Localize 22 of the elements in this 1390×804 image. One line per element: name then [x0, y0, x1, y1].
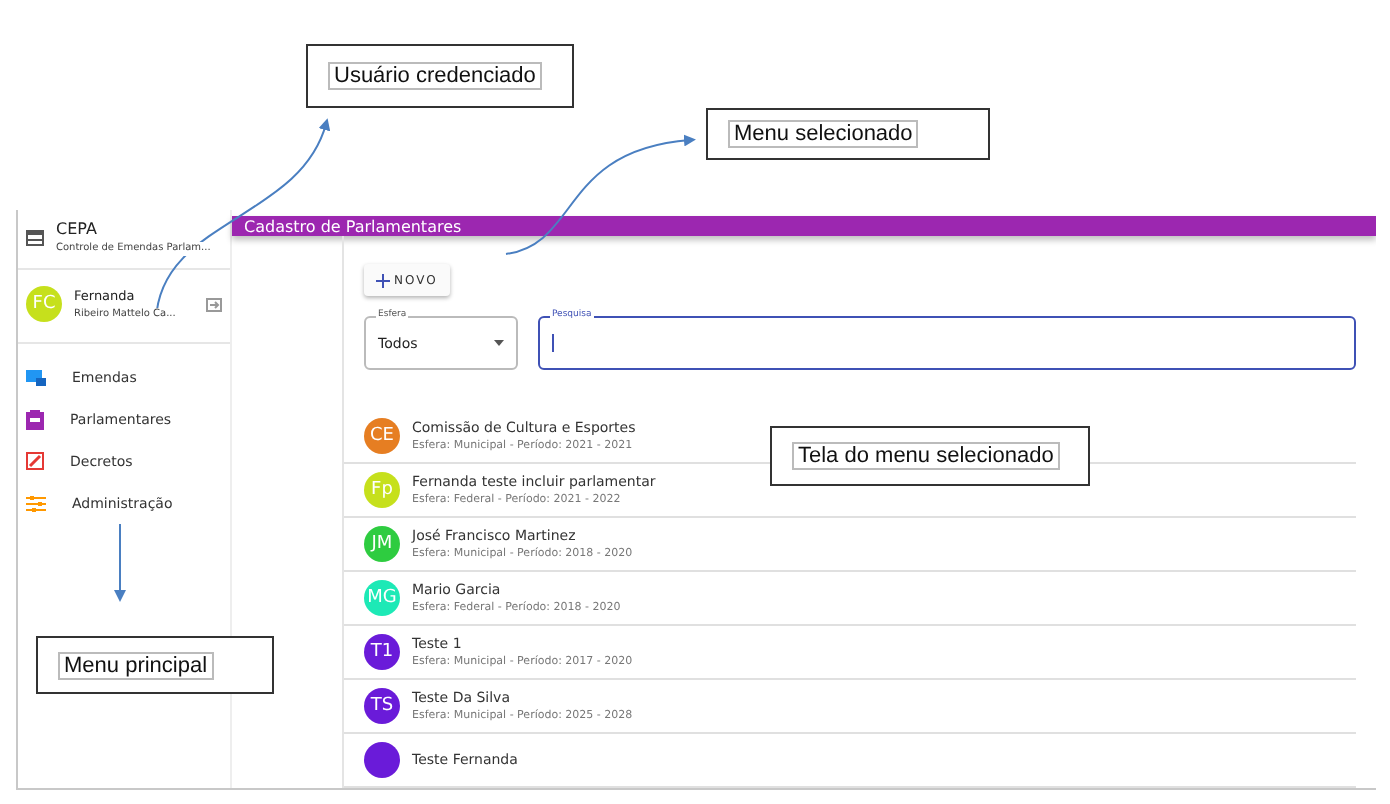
- callout-label: Menu principal: [58, 651, 214, 679]
- app-title: CEPA: [56, 220, 99, 238]
- sliders-icon: [26, 495, 46, 511]
- plus-icon: [376, 273, 390, 287]
- id-badge-icon: [26, 409, 44, 429]
- avatar: T1: [364, 634, 400, 670]
- avatar: MG: [364, 580, 400, 616]
- logout-icon[interactable]: [206, 297, 222, 311]
- avatar: Fp: [364, 472, 400, 508]
- edit-icon: [26, 452, 44, 470]
- calendar-icon: [26, 230, 44, 246]
- page-title: Cadastro de Parlamentares: [244, 217, 462, 235]
- callout-label: Menu selecionado: [728, 120, 919, 148]
- callout-label: Usuário credenciado: [328, 62, 542, 90]
- user-avatar: FC: [26, 286, 62, 322]
- avatar: TS: [364, 688, 400, 724]
- arrow: [114, 523, 126, 602]
- avatar: JM: [364, 526, 400, 562]
- dropdown-caret-icon: [494, 340, 504, 346]
- avatar: CE: [364, 418, 400, 454]
- callout-label: Tela do menu selecionado: [792, 442, 1060, 470]
- card-icon: [26, 369, 46, 385]
